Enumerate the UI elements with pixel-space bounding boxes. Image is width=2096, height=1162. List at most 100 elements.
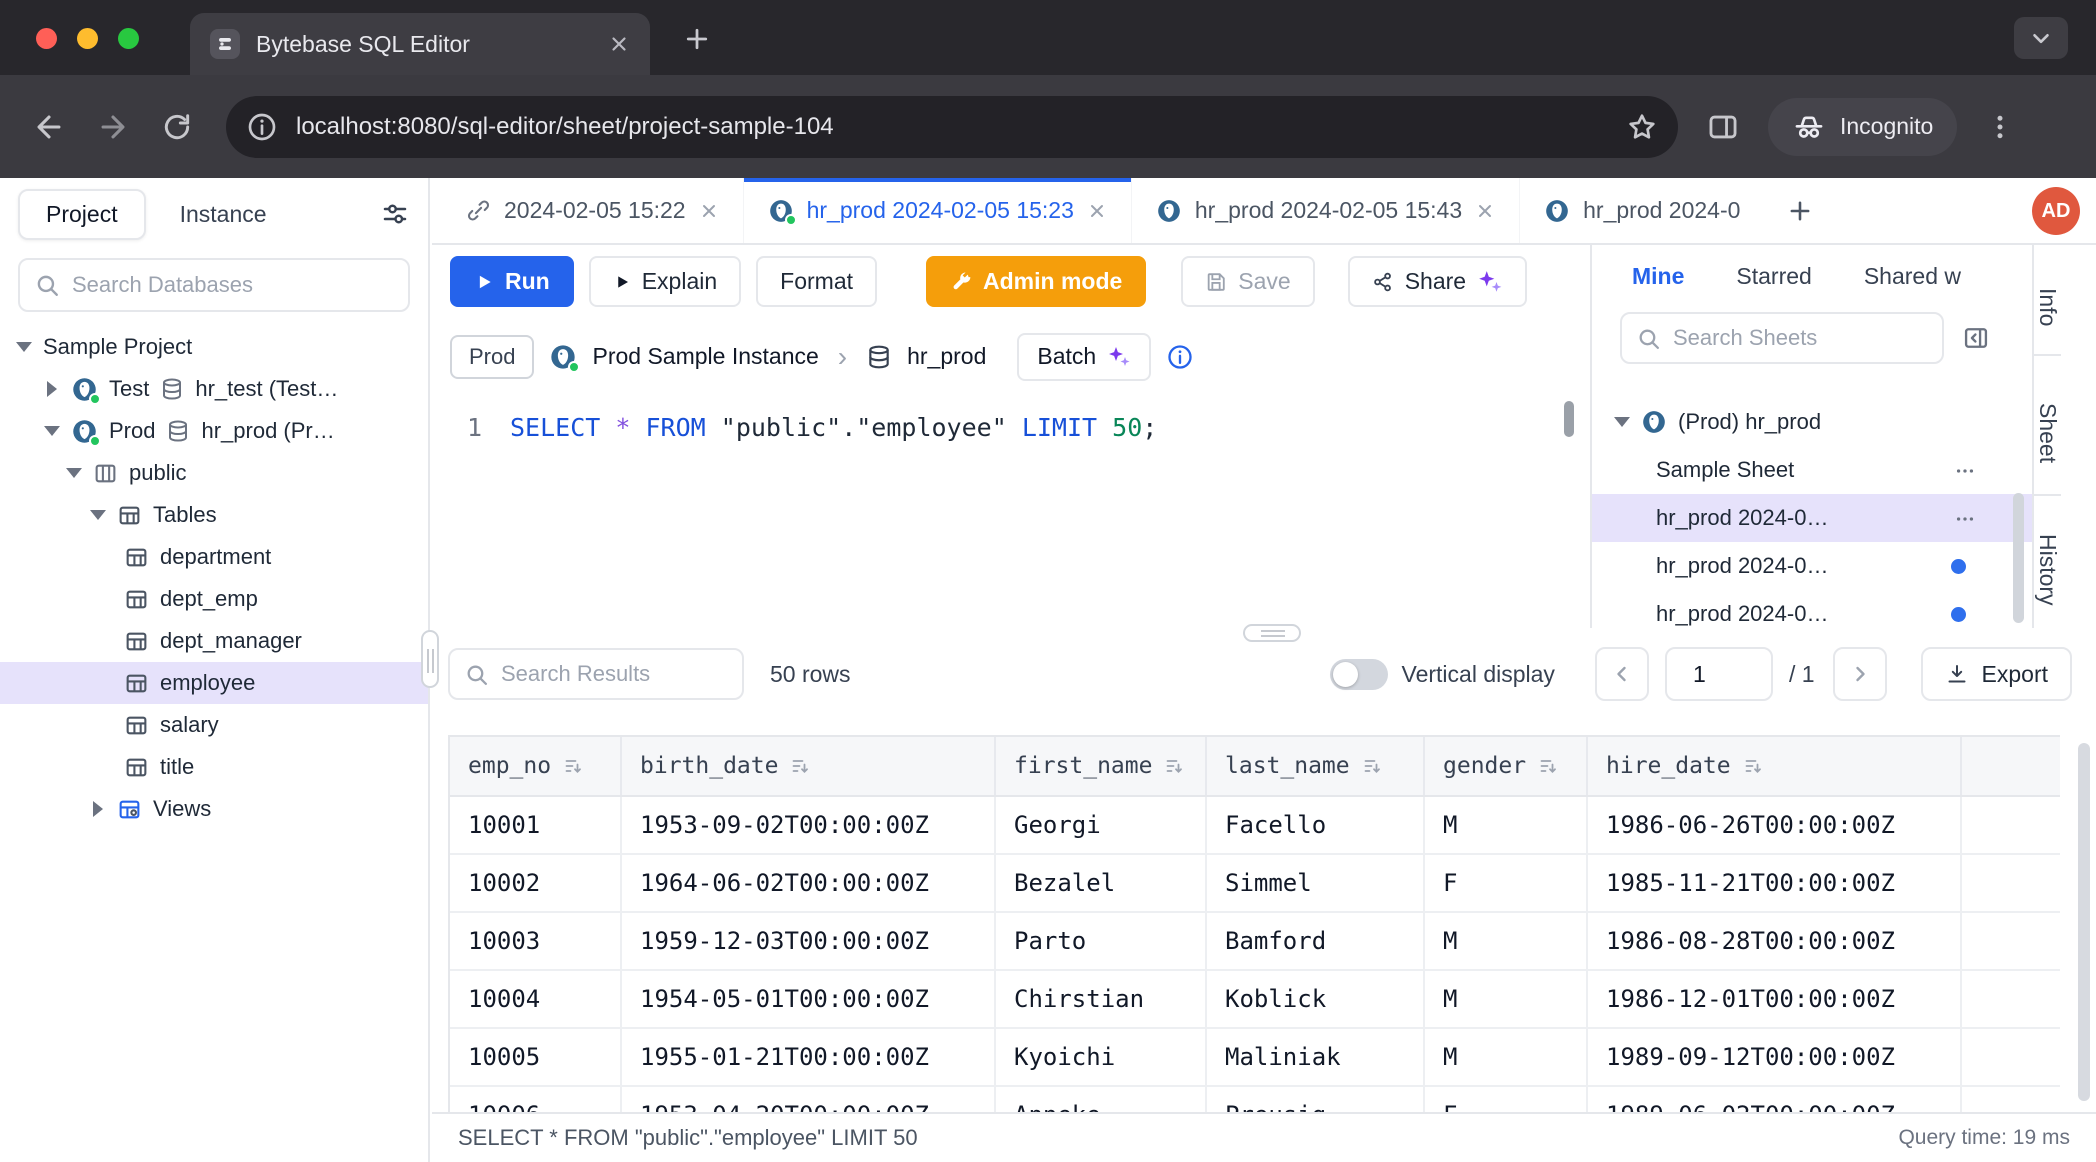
results-resize-handle[interactable] [1243, 624, 1301, 642]
sidebar-item-prod[interactable]: Prod hr_prod (Pr… [0, 410, 428, 452]
table-row: 100031959-12-03T00:00:00ZPartoBamfordM19… [450, 912, 2060, 970]
sidebar-item-dept-manager[interactable]: dept_manager [0, 620, 428, 662]
results-scrollbar[interactable] [2078, 743, 2090, 1101]
address-bar[interactable]: localhost:8080/sql-editor/sheet/project-… [226, 96, 1678, 158]
bookmark-star-icon[interactable] [1626, 111, 1658, 143]
sidebar-item-test[interactable]: Test hr_test (Test… [0, 368, 428, 410]
tab-project[interactable]: Project [18, 189, 146, 240]
sheet-group-prod-hr-prod[interactable]: (Prod) hr_prod [1592, 398, 2032, 446]
chevron-down-icon[interactable] [90, 510, 106, 520]
reload-icon[interactable] [154, 104, 200, 150]
close-window-button[interactable] [36, 28, 57, 49]
column-header-birth-date[interactable]: birth_date [621, 737, 995, 796]
cell: 1953-04-20T00:00:00Z [621, 1086, 995, 1112]
close-tab-icon[interactable] [608, 33, 630, 55]
close-icon[interactable] [1087, 201, 1107, 221]
close-icon[interactable] [1475, 201, 1495, 221]
batch-button[interactable]: Batch [1017, 333, 1151, 381]
new-tab-button[interactable] [682, 24, 712, 54]
tab-instance[interactable]: Instance [180, 201, 267, 228]
tab-shared[interactable]: Shared w [1864, 263, 1961, 290]
export-button[interactable]: Export [1921, 647, 2072, 701]
tab-starred[interactable]: Starred [1736, 263, 1811, 290]
tab-search-chevron-button[interactable] [2014, 17, 2068, 59]
tab-info[interactable]: Info [2034, 245, 2061, 356]
database-name[interactable]: hr_prod [907, 343, 986, 370]
sidebar-item-employee[interactable]: employee [0, 662, 428, 704]
more-icon[interactable] [1954, 508, 1976, 530]
sidebar-item-dept-emp[interactable]: dept_emp [0, 578, 428, 620]
results-search-input[interactable] [501, 661, 728, 687]
editor-scrollbar[interactable] [1564, 401, 1574, 437]
sheet-tab-3[interactable]: hr_prod 2024-02-05 15:43 [1132, 178, 1520, 243]
back-icon[interactable] [26, 104, 72, 150]
next-page-button[interactable] [1833, 647, 1887, 701]
column-header-gender[interactable]: gender [1424, 737, 1587, 796]
admin-mode-button[interactable]: Admin mode [926, 256, 1146, 307]
sheet-item-unsaved-2[interactable]: hr_prod 2024-0… [1592, 590, 2032, 628]
collapse-panel-icon[interactable] [1962, 324, 1990, 352]
chevron-down-icon[interactable] [66, 468, 82, 478]
sheet-item-current[interactable]: hr_prod 2024-0… [1592, 494, 2032, 542]
chevron-down-icon[interactable] [44, 426, 60, 436]
browser-menu-icon[interactable] [1985, 112, 2015, 142]
tab-history[interactable]: History [2034, 496, 2061, 628]
sheet-search[interactable] [1620, 312, 1944, 364]
column-header-hire-date[interactable]: hire_date [1587, 737, 1961, 796]
sheet-tab-2[interactable]: hr_prod 2024-02-05 15:23 [744, 178, 1132, 243]
sheet-tab-4[interactable]: hr_prod 2024-0 [1520, 178, 1772, 243]
forward-icon[interactable] [90, 104, 136, 150]
sheet-search-input[interactable] [1673, 325, 1928, 351]
sidebar-resize-handle[interactable] [421, 630, 439, 688]
format-button[interactable]: Format [756, 256, 877, 307]
save-button[interactable]: Save [1181, 256, 1314, 307]
chevron-down-icon[interactable] [1614, 417, 1630, 427]
share-button[interactable]: Share [1348, 256, 1527, 307]
vertical-display-toggle[interactable] [1330, 659, 1388, 690]
sheets-scrollbar[interactable] [2013, 493, 2024, 623]
sql-code[interactable]: SELECT * FROM "public"."employee" LIMIT … [510, 409, 1157, 447]
column-header-emp-no[interactable]: emp_no [450, 737, 621, 796]
tab-sheet[interactable]: Sheet [2034, 356, 2061, 496]
cell: 10006 [450, 1086, 621, 1112]
explain-button[interactable]: Explain [589, 256, 741, 307]
sidebar-item-department[interactable]: department [0, 536, 428, 578]
sheet-item-sample-sheet[interactable]: Sample Sheet [1592, 446, 2032, 494]
side-panel-icon[interactable] [1706, 110, 1740, 144]
database-search-input[interactable] [72, 272, 394, 298]
new-sheet-button[interactable] [1772, 197, 1828, 225]
chevron-right-icon[interactable] [90, 801, 106, 817]
column-header-first-name[interactable]: first_name [995, 737, 1206, 796]
column-header-last-name[interactable]: last_name [1206, 737, 1424, 796]
filter-settings-icon[interactable] [380, 199, 410, 229]
sidebar-item-title[interactable]: title [0, 746, 428, 788]
instance-name[interactable]: Prod Sample Instance [592, 343, 818, 370]
sheet-tab-1[interactable]: 2024-02-05 15:22 [442, 178, 744, 243]
sidebar-item-public-schema[interactable]: public [0, 452, 428, 494]
minimize-window-button[interactable] [77, 28, 98, 49]
sql-editor[interactable]: 1 SELECT * FROM "public"."employee" LIMI… [432, 395, 1590, 628]
site-info-icon[interactable] [246, 111, 278, 143]
chevron-down-icon[interactable] [16, 342, 32, 352]
run-button[interactable]: Run [450, 256, 574, 307]
tab-mine[interactable]: Mine [1632, 263, 1684, 290]
avatar[interactable]: AD [2032, 187, 2080, 235]
sheet-item-unsaved-1[interactable]: hr_prod 2024-0… [1592, 542, 2032, 590]
info-icon[interactable] [1166, 343, 1194, 371]
close-icon[interactable] [699, 201, 719, 221]
page-input[interactable] [1665, 647, 1773, 701]
results-search[interactable] [448, 648, 744, 700]
chevron-right-icon[interactable] [44, 381, 60, 397]
sidebar-item-salary[interactable]: salary [0, 704, 428, 746]
sidebar-item-views-group[interactable]: Views [0, 788, 428, 830]
browser-tab[interactable]: Bytebase SQL Editor [190, 13, 650, 75]
sidebar-item-sample-project[interactable]: Sample Project [0, 326, 428, 368]
table-icon [117, 503, 142, 528]
prev-page-button[interactable] [1595, 647, 1649, 701]
more-icon[interactable] [1954, 460, 1976, 482]
database-search[interactable] [18, 258, 410, 312]
sidebar-item-tables-group[interactable]: Tables [0, 494, 428, 536]
zoom-window-button[interactable] [118, 28, 139, 49]
tree-label: Tables [153, 502, 217, 528]
cell: 1959-12-03T00:00:00Z [621, 912, 995, 970]
